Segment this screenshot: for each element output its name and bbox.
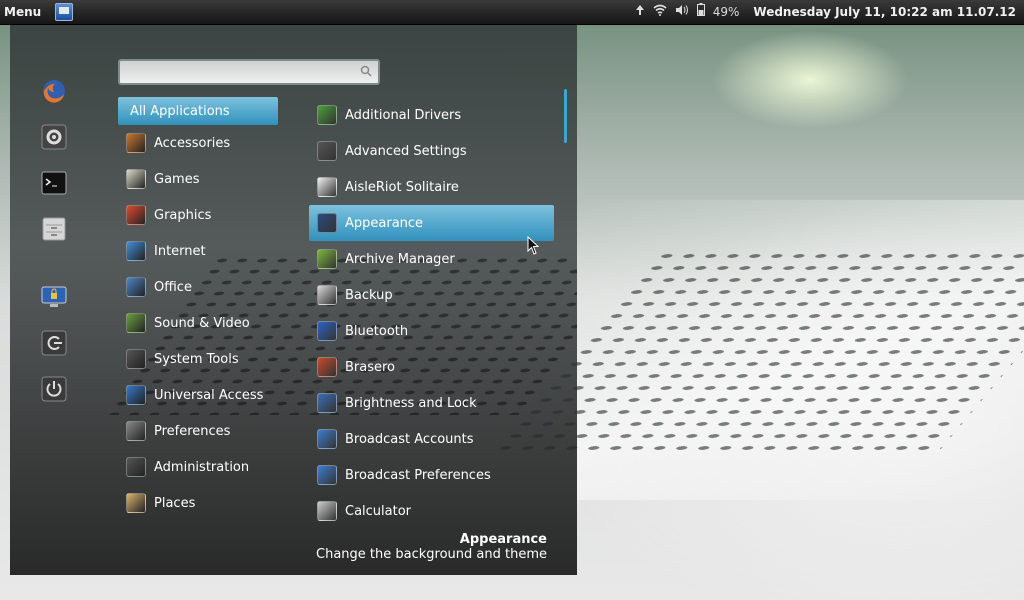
application-description: Appearance Change the background and the… (316, 532, 547, 562)
category-internet[interactable]: Internet (118, 233, 278, 269)
app-appearance[interactable]: Appearance (309, 205, 554, 241)
category-sound-and-video[interactable]: Sound & Video (118, 305, 278, 341)
brasero-icon (317, 357, 337, 377)
category-label: System Tools (154, 351, 239, 367)
system-tray: 49% Wednesday July 11, 10:22 am 11.07.12 (635, 0, 1016, 24)
clock[interactable]: Wednesday July 11, 10:22 am 11.07.12 (753, 5, 1016, 19)
search-icon (360, 65, 372, 77)
settings-icon[interactable] (40, 123, 68, 151)
appearance-icon (317, 213, 337, 233)
administration-icon (126, 457, 146, 477)
category-label: Administration (154, 459, 250, 475)
category-label: All Applications (130, 103, 230, 119)
sound-video-icon (126, 313, 146, 333)
category-label: Games (154, 171, 200, 187)
category-games[interactable]: Games (118, 161, 278, 197)
games-icon (126, 169, 146, 189)
app-calculator[interactable]: Calculator (309, 493, 554, 529)
terminal-icon[interactable] (40, 169, 68, 197)
wifi-icon[interactable] (653, 0, 667, 24)
broadcast-accounts-icon (317, 429, 337, 449)
app-label: Advanced Settings (345, 143, 467, 159)
app-label: Calculator (345, 503, 412, 519)
category-administration[interactable]: Administration (118, 449, 278, 485)
app-label: Broadcast Preferences (345, 467, 491, 483)
power-icon[interactable] (40, 375, 68, 403)
lock-screen-icon[interactable] (40, 283, 68, 311)
calculator-icon (317, 501, 337, 521)
description-text: Change the background and theme (316, 547, 547, 562)
app-label: AisleRiot Solitaire (345, 179, 459, 195)
app-broadcast-preferences[interactable]: Broadcast Preferences (309, 457, 554, 493)
app-label: Additional Drivers (345, 107, 462, 123)
description-title: Appearance (459, 532, 547, 547)
search-input[interactable] (126, 61, 350, 83)
office-icon (126, 277, 146, 297)
brightness-lock-icon (317, 393, 337, 413)
firefox-icon[interactable] (40, 77, 68, 105)
app-additional-drivers[interactable]: Additional Drivers (309, 97, 554, 133)
logout-icon[interactable] (40, 329, 68, 357)
network-up-icon[interactable] (635, 0, 645, 24)
application-list: Additional Drivers Advanced Settings Aisle… (309, 97, 554, 529)
category-label: Universal Access (154, 387, 264, 403)
category-universal-access[interactable]: Universal Access (118, 377, 278, 413)
application-list-scrollbar[interactable] (564, 89, 567, 143)
universal-access-icon (126, 385, 146, 405)
app-archive-manager[interactable]: Archive Manager (309, 241, 554, 277)
additional-drivers-icon (317, 105, 337, 125)
app-aisleriot-solitaire[interactable]: AisleRiot Solitaire (309, 169, 554, 205)
menu-button[interactable]: Menu (0, 0, 47, 24)
app-label: Bluetooth (345, 323, 409, 339)
battery-percentage: 49% (712, 5, 740, 19)
category-all-applications[interactable]: All Applications (118, 97, 278, 125)
category-label: Accessories (154, 135, 231, 151)
system-tools-icon (126, 349, 146, 369)
files-icon[interactable] (40, 215, 68, 243)
app-brasero[interactable]: Brasero (309, 349, 554, 385)
category-label: Places (154, 495, 196, 511)
category-preferences[interactable]: Preferences (118, 413, 278, 449)
app-label: Brightness and Lock (345, 395, 477, 411)
app-label: Brasero (345, 359, 396, 375)
category-label: Internet (154, 243, 206, 259)
application-menu: All Applications Accessories Games Graphics… (10, 25, 577, 575)
app-label: Archive Manager (345, 251, 455, 267)
category-places[interactable]: Places (118, 485, 278, 521)
solitaire-icon (317, 177, 337, 197)
category-graphics[interactable]: Graphics (118, 197, 278, 233)
category-label: Sound & Video (154, 315, 250, 331)
app-backup[interactable]: Backup (309, 277, 554, 313)
preferences-icon (126, 421, 146, 441)
app-label: Appearance (345, 215, 424, 231)
show-desktop-icon[interactable] (55, 3, 74, 21)
category-label: Preferences (154, 423, 231, 439)
accessories-icon (126, 133, 146, 153)
top-panel: Menu 49% Wednesday July 11, 10:22 am 11.… (0, 0, 1024, 25)
internet-icon (126, 241, 146, 261)
app-label: Broadcast Accounts (345, 431, 474, 447)
archive-manager-icon (317, 249, 337, 269)
backup-icon (317, 285, 337, 305)
bluetooth-icon (317, 321, 337, 341)
graphics-icon (126, 205, 146, 225)
app-bluetooth[interactable]: Bluetooth (309, 313, 554, 349)
places-icon (126, 493, 146, 513)
app-broadcast-accounts[interactable]: Broadcast Accounts (309, 421, 554, 457)
app-advanced-settings[interactable]: Advanced Settings (309, 133, 554, 169)
battery-icon[interactable] (696, 0, 705, 24)
category-system-tools[interactable]: System Tools (118, 341, 278, 377)
advanced-settings-icon (317, 141, 337, 161)
category-label: Office (154, 279, 192, 295)
mouse-cursor-icon (527, 236, 539, 255)
volume-icon[interactable] (675, 0, 689, 24)
category-list: All Applications Accessories Games Graphics… (118, 97, 278, 521)
app-label: Backup (345, 287, 393, 303)
category-label: Graphics (154, 207, 212, 223)
category-accessories[interactable]: Accessories (118, 125, 278, 161)
category-office[interactable]: Office (118, 269, 278, 305)
search-box[interactable] (118, 59, 380, 85)
broadcast-preferences-icon (317, 465, 337, 485)
app-brightness-and-lock[interactable]: Brightness and Lock (309, 385, 554, 421)
